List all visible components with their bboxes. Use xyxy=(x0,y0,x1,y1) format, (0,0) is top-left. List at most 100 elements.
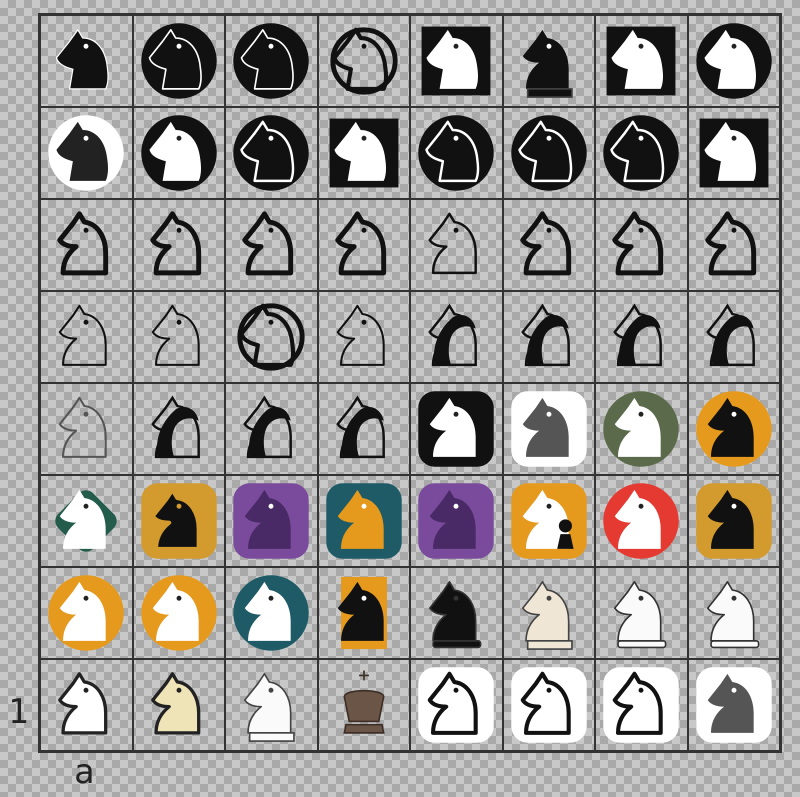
knight-spiral-mane-emblem-icon xyxy=(508,112,590,194)
grid-cell[interactable] xyxy=(687,107,780,199)
grid-cell[interactable] xyxy=(132,199,225,291)
knight-white-in-black-disc-icon xyxy=(693,20,775,102)
grid-cell[interactable] xyxy=(595,659,688,751)
grid-cell[interactable] xyxy=(132,291,225,383)
grid-cell[interactable] xyxy=(502,107,595,199)
knight-white-on-green-rhombus-icon xyxy=(45,480,127,562)
grid-cell[interactable] xyxy=(317,383,410,475)
grid-cell[interactable] xyxy=(40,107,133,199)
knight-black-on-gold-tile-icon xyxy=(693,480,775,562)
knight-black-on-orange-card-icon xyxy=(323,572,405,654)
knight-sketch-icon xyxy=(45,296,127,378)
knight-white-on-orange-disc-icon xyxy=(45,572,127,654)
grid-cell[interactable] xyxy=(410,475,503,567)
grid-cell[interactable] xyxy=(317,567,410,659)
knight-black-3d-icon xyxy=(415,572,497,654)
grid-cell[interactable] xyxy=(40,659,133,751)
grid-cell[interactable] xyxy=(687,383,780,475)
grid-cell[interactable] xyxy=(225,659,318,751)
grid-cell[interactable] xyxy=(595,383,688,475)
grid-cell[interactable] xyxy=(687,199,780,291)
knight-white-3d-icon xyxy=(693,572,775,654)
grid-cell[interactable] xyxy=(225,475,318,567)
grid-cell[interactable] xyxy=(595,15,688,107)
grid-cell[interactable] xyxy=(40,199,133,291)
grid-cell[interactable] xyxy=(595,475,688,567)
grid-cell[interactable] xyxy=(410,199,503,291)
grid-cell[interactable] xyxy=(410,291,503,383)
grid-cell[interactable] xyxy=(225,383,318,475)
grid-cell[interactable] xyxy=(40,15,133,107)
grid-cell[interactable] xyxy=(317,659,410,751)
grid-cell[interactable] xyxy=(132,567,225,659)
grid-cell[interactable] xyxy=(132,15,225,107)
knight-purple-tile-icon xyxy=(230,480,312,562)
grid-cell[interactable] xyxy=(317,199,410,291)
grid-cell[interactable] xyxy=(225,567,318,659)
knight-sketch-grey-icon xyxy=(45,388,127,470)
rank-label: 1 xyxy=(8,692,29,732)
grid-cell[interactable] xyxy=(595,199,688,291)
knight-black-on-orange-disc-icon xyxy=(693,388,775,470)
grid-cell[interactable] xyxy=(687,291,780,383)
grid-cell[interactable] xyxy=(502,199,595,291)
knight-outline-circle-icon xyxy=(230,296,312,378)
grid-cell[interactable] xyxy=(502,475,595,567)
grid-cell[interactable] xyxy=(40,567,133,659)
grid-cell[interactable] xyxy=(410,107,503,199)
grid-cell[interactable] xyxy=(132,107,225,199)
knight-outline-bold-icon xyxy=(323,204,405,286)
grid-cell[interactable] xyxy=(687,15,780,107)
knight-white-on-orange-disc-icon xyxy=(138,572,220,654)
knight-sketch-icon xyxy=(323,296,405,378)
grid-cell[interactable] xyxy=(317,107,410,199)
knight-purple-blob-icon xyxy=(415,480,497,562)
knight-outline-striped-icon xyxy=(600,204,682,286)
grid-cell[interactable] xyxy=(410,383,503,475)
knight-curve-icon xyxy=(230,388,312,470)
knight-curve-icon xyxy=(693,296,775,378)
grid-cell[interactable] xyxy=(225,199,318,291)
grid-cell[interactable] xyxy=(502,291,595,383)
grid-cell[interactable] xyxy=(410,659,503,751)
knight-curve-icon xyxy=(508,296,590,378)
knight-curve-icon xyxy=(138,388,220,470)
knight-black-statuette-icon xyxy=(508,20,590,102)
grid-cell[interactable] xyxy=(687,567,780,659)
grid-cell[interactable] xyxy=(225,291,318,383)
knight-white-3d-icon xyxy=(600,572,682,654)
grid-cell[interactable] xyxy=(317,15,410,107)
grid-cell[interactable] xyxy=(317,291,410,383)
grid-cell[interactable] xyxy=(595,567,688,659)
knight-orange-on-teal-tile-icon xyxy=(323,480,405,562)
grid-cell[interactable] xyxy=(40,291,133,383)
grid-cell[interactable] xyxy=(410,567,503,659)
knight-sketch-icon xyxy=(138,296,220,378)
knight-white-statuette-icon xyxy=(230,664,312,746)
grid-cell[interactable] xyxy=(40,475,133,567)
knight-white-on-red-disc-icon xyxy=(600,480,682,562)
knight-outline-bold-icon xyxy=(230,204,312,286)
grid-cell[interactable] xyxy=(502,15,595,107)
grid-cell[interactable] xyxy=(687,475,780,567)
knight-gold-on-black-tile-icon xyxy=(138,480,220,562)
grid-cell[interactable] xyxy=(225,15,318,107)
grid-cell[interactable] xyxy=(687,659,780,751)
grid-cell[interactable] xyxy=(225,107,318,199)
knight-black-in-white-disc-icon xyxy=(45,112,127,194)
grid-cell[interactable] xyxy=(502,383,595,475)
grid-cell[interactable] xyxy=(132,383,225,475)
knight-geometric-icon xyxy=(45,20,127,102)
knight-ornate-emblem-icon xyxy=(415,112,497,194)
grid-cell[interactable] xyxy=(317,475,410,567)
knight-outline-striped-icon xyxy=(508,204,590,286)
grid-cell[interactable] xyxy=(410,15,503,107)
grid-cell[interactable] xyxy=(595,107,688,199)
grid-cell[interactable] xyxy=(502,659,595,751)
knight-outline-on-white-tile-icon xyxy=(415,664,497,746)
grid-cell[interactable] xyxy=(40,383,133,475)
grid-cell[interactable] xyxy=(132,475,225,567)
grid-cell[interactable] xyxy=(502,567,595,659)
grid-cell[interactable] xyxy=(132,659,225,751)
grid-cell[interactable] xyxy=(595,291,688,383)
